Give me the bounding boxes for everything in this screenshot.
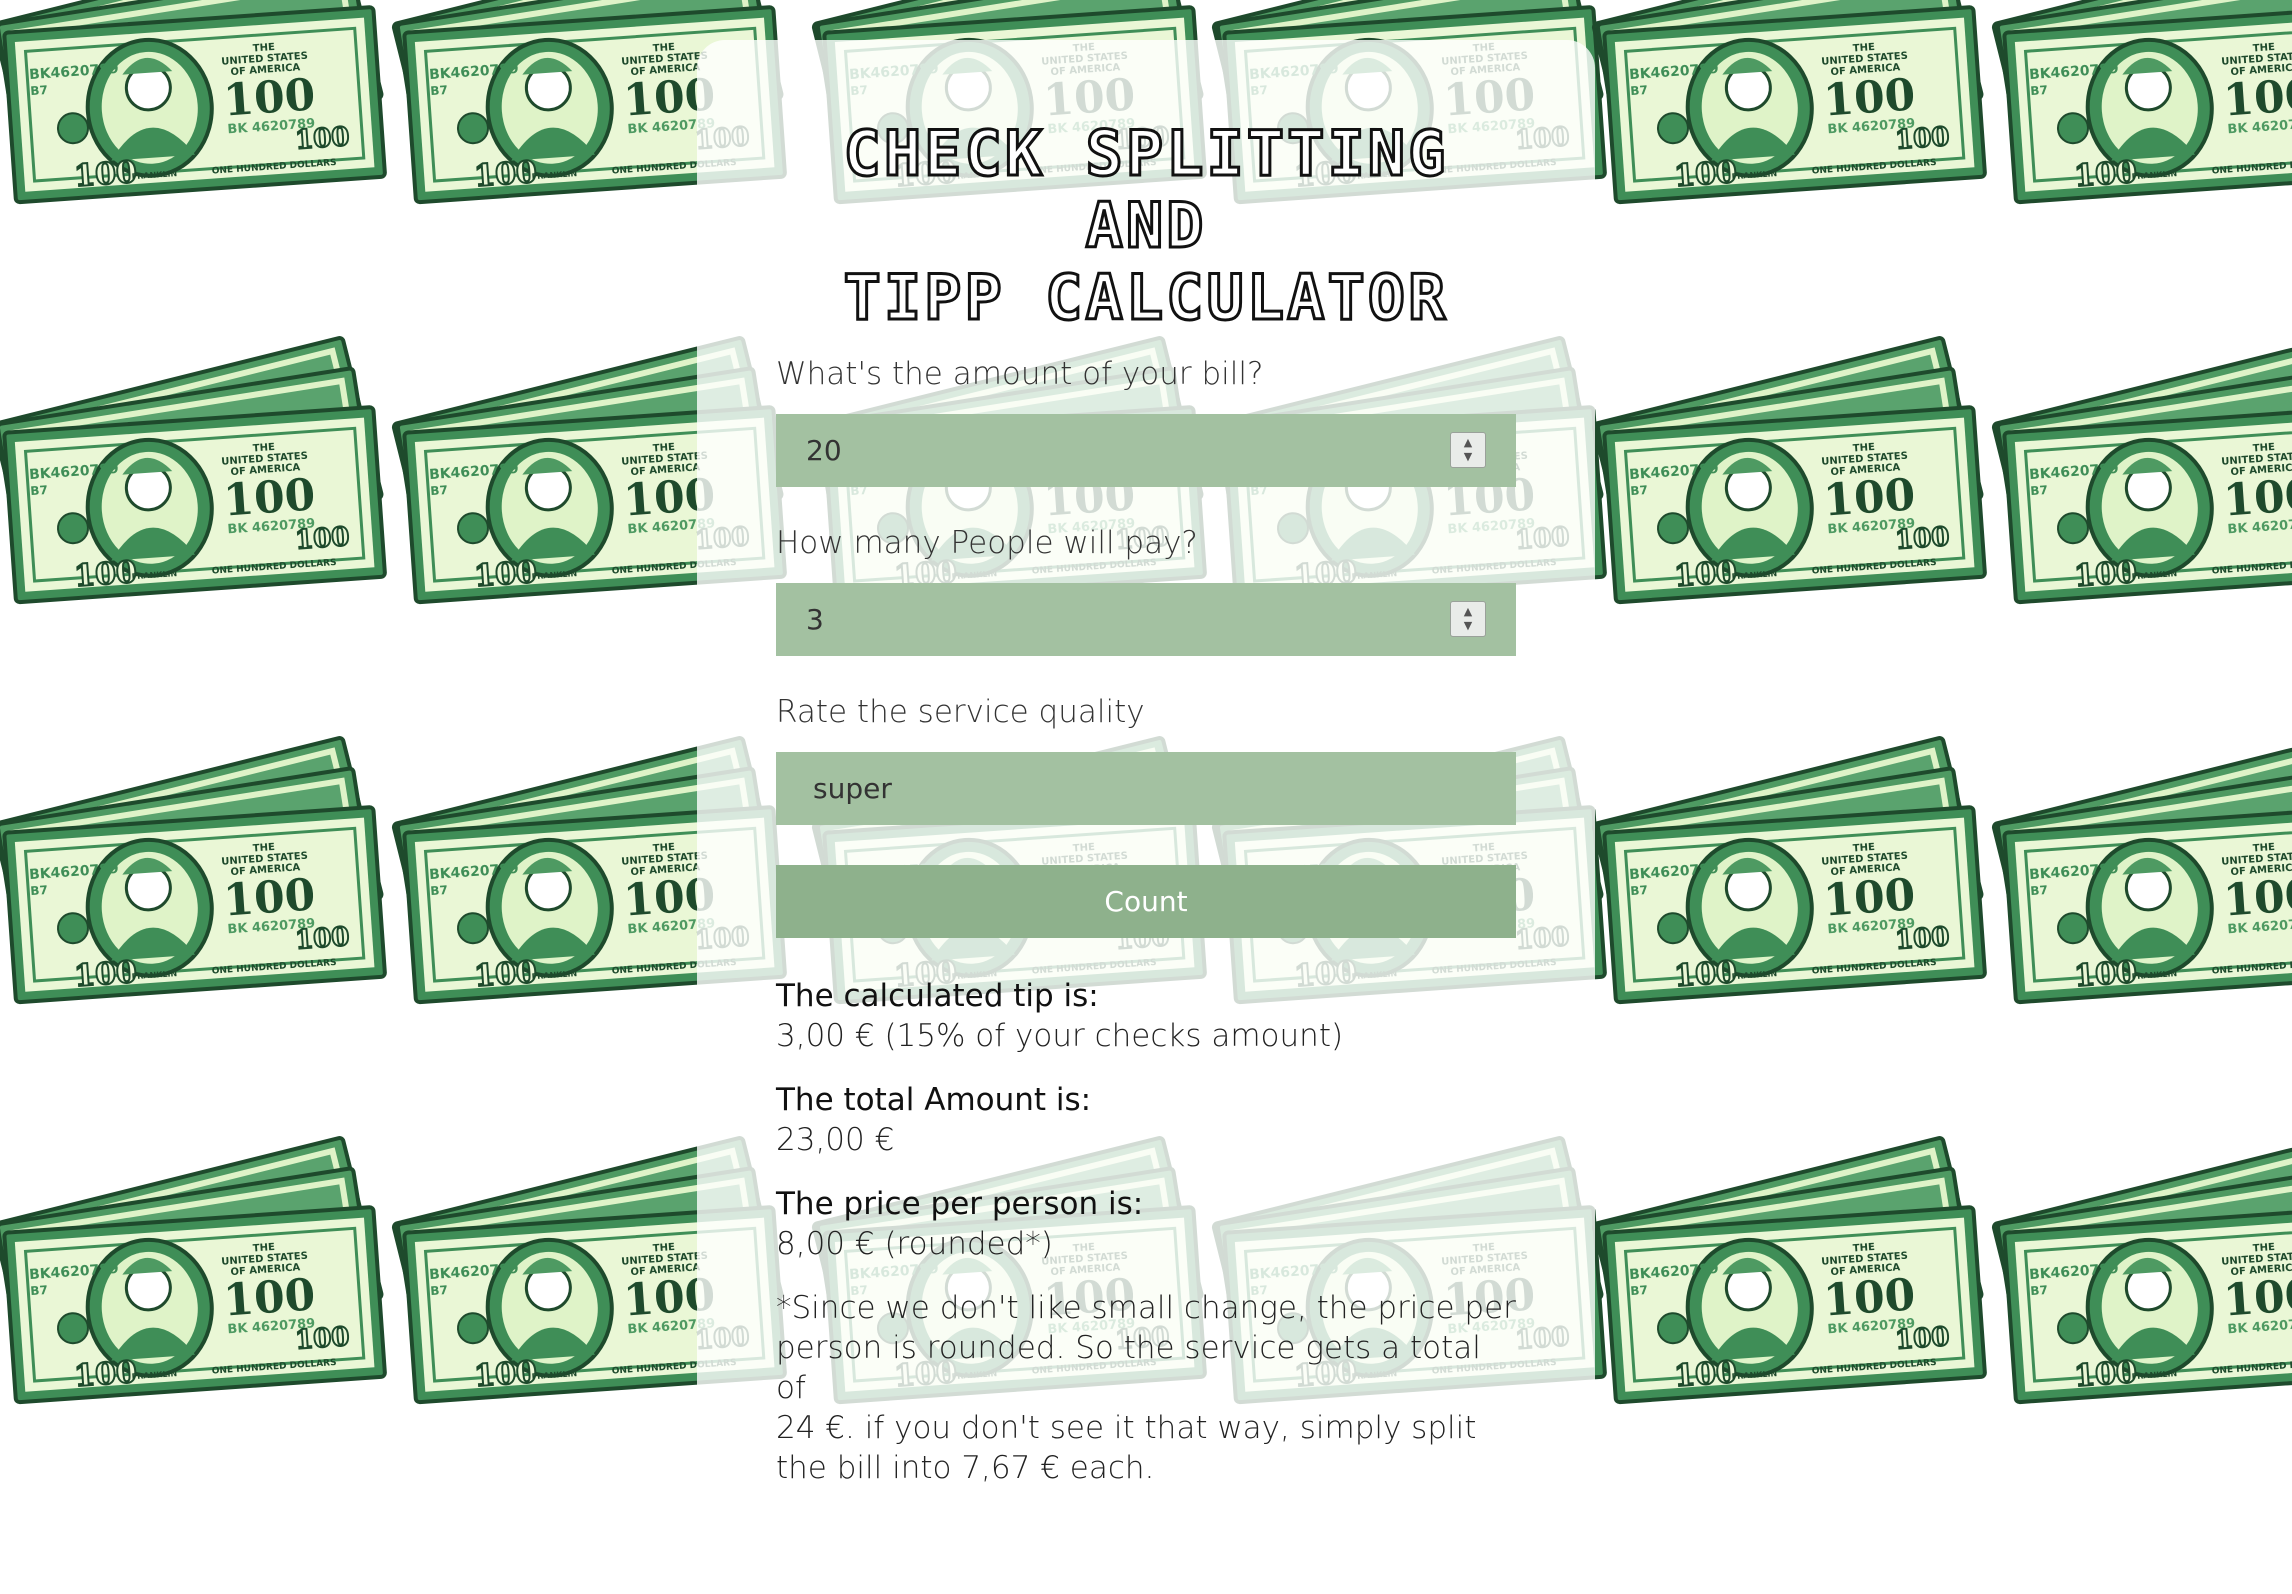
banknote-image (0, 0, 388, 205)
people-count-label: How many People will pay? (776, 525, 1198, 561)
tip-heading: The calculated tip is: (776, 978, 1099, 1014)
bill-amount-value: 20 (806, 434, 842, 467)
total-value: 23,00 € (776, 1122, 895, 1158)
banknote-image (1991, 0, 2292, 205)
banknote-image (1591, 0, 1988, 205)
banknote-image (1991, 335, 2292, 605)
banknote-image (0, 735, 388, 1005)
service-quality-value: super (813, 772, 892, 805)
people-count-input[interactable]: 3 ▲ ▼ (776, 583, 1516, 656)
count-button[interactable]: Count (776, 865, 1516, 938)
chevron-up-icon[interactable]: ▲ (1464, 436, 1472, 450)
banknote-image (1991, 1135, 2292, 1405)
banknote-image (0, 1135, 388, 1405)
price-per-person-value: 8,00 € (rounded*) (776, 1226, 1053, 1262)
bill-amount-label: What's the amount of your bill? (776, 356, 1264, 392)
people-count-stepper[interactable]: ▲ ▼ (1450, 601, 1486, 637)
chevron-down-icon[interactable]: ▼ (1464, 450, 1472, 464)
tip-value: 3,00 € (15% of your checks amount) (776, 1018, 1344, 1054)
banknote-image (1591, 735, 1988, 1005)
total-heading: The total Amount is: (776, 1082, 1092, 1118)
people-count-value: 3 (806, 603, 824, 636)
bill-amount-stepper[interactable]: ▲ ▼ (1450, 432, 1486, 468)
banknote-image (1591, 1135, 1988, 1405)
price-per-person-heading: The price per person is: (776, 1186, 1144, 1222)
service-quality-label: Rate the service quality (776, 694, 1145, 730)
bill-amount-input[interactable]: 20 ▲ ▼ (776, 414, 1516, 487)
chevron-up-icon[interactable]: ▲ (1464, 605, 1472, 619)
service-quality-select[interactable]: super (776, 752, 1516, 825)
banknote-image (1991, 735, 2292, 1005)
rounding-note: *Since we don't like small change, the p… (776, 1290, 1516, 1486)
banknote-image (1591, 335, 1988, 605)
page-title: Check Splitting and Tipp Calculator (842, 116, 1449, 335)
chevron-down-icon[interactable]: ▼ (1464, 619, 1472, 633)
banknote-image (0, 335, 388, 605)
